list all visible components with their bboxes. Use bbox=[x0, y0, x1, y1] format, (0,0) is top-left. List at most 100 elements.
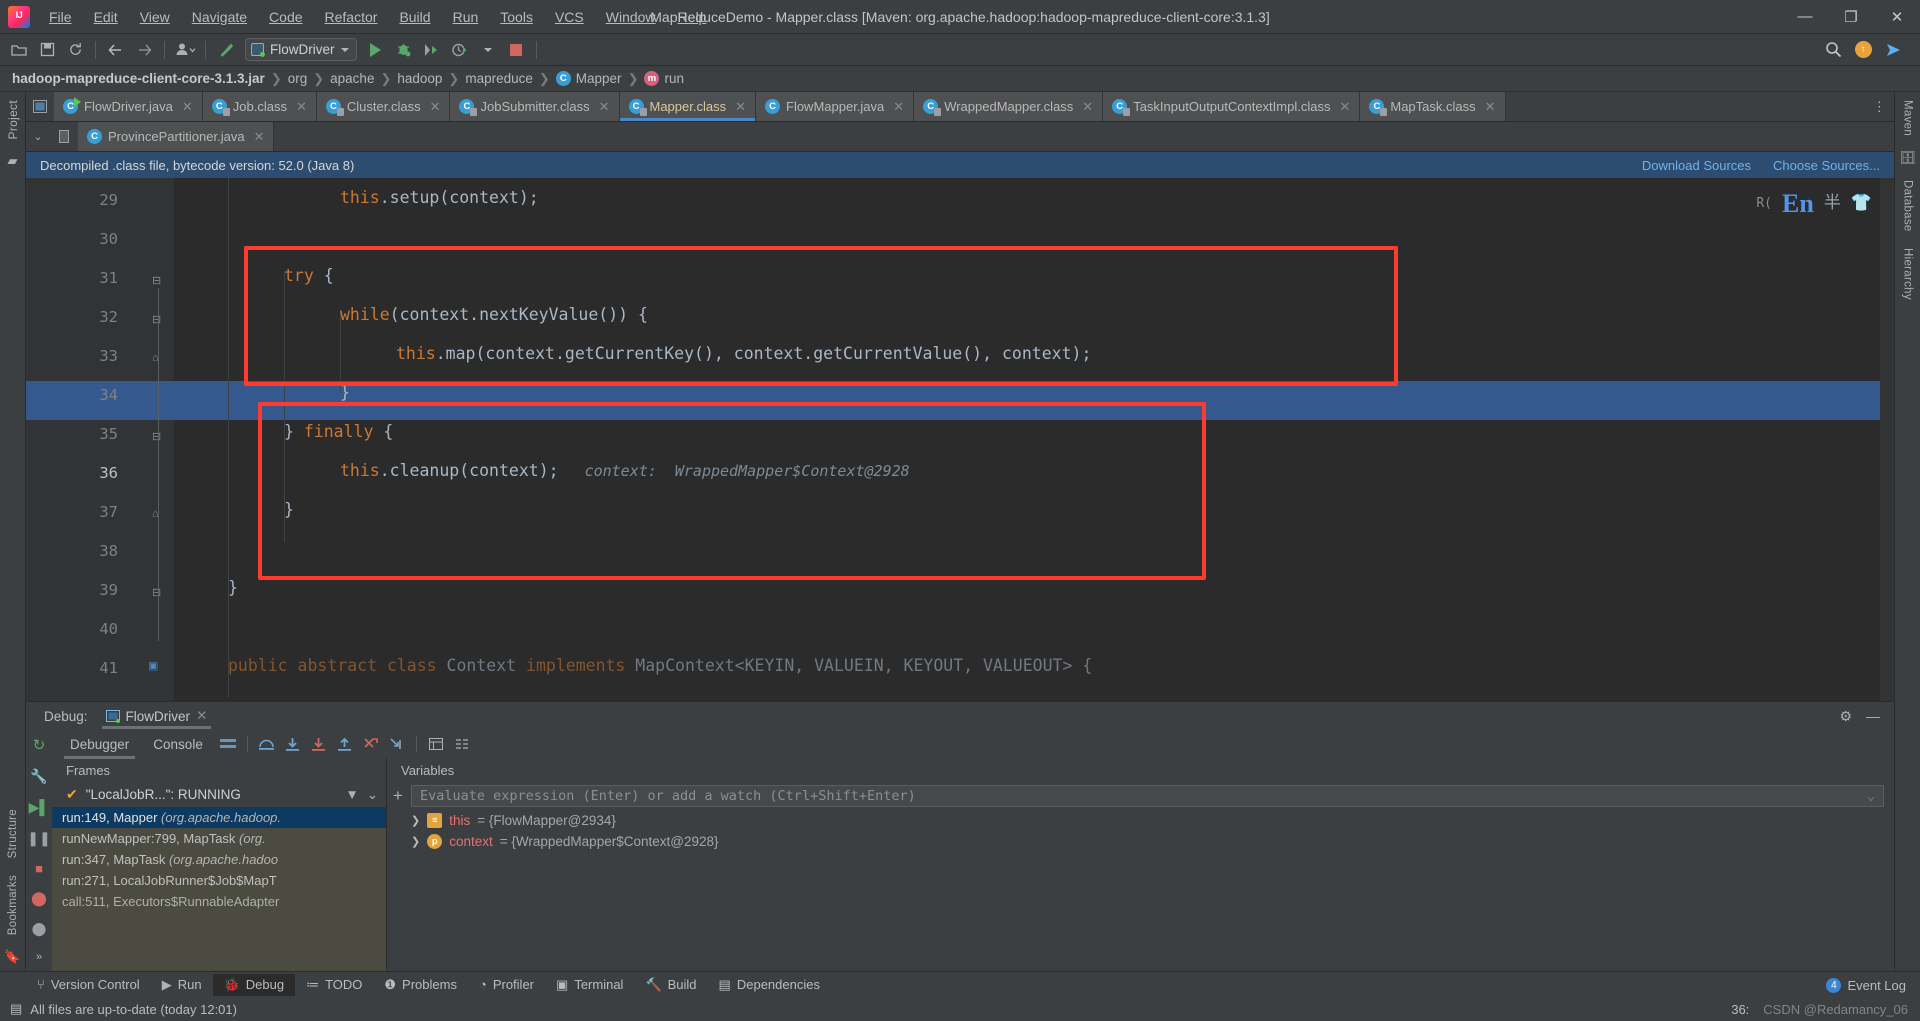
editor-window-icon[interactable] bbox=[26, 92, 54, 121]
toolwindow-terminal[interactable]: ▣ Terminal bbox=[545, 974, 634, 996]
close-tab-icon[interactable]: ✕ bbox=[1082, 99, 1093, 115]
editor-breakpoint-gutter[interactable] bbox=[26, 178, 54, 701]
menu-item-build[interactable]: Build bbox=[388, 5, 441, 29]
choose-sources-link[interactable]: Choose Sources... bbox=[1773, 158, 1880, 173]
wrench-icon[interactable]: 🔧 bbox=[30, 768, 47, 785]
fold-marker-icon[interactable]: ⊟ bbox=[152, 586, 161, 599]
open-folder-icon[interactable] bbox=[6, 38, 32, 62]
tab-provincepartitioner-java[interactable]: C ProvincePartitioner.java ✕ bbox=[78, 122, 275, 151]
thread-selector[interactable]: ✔ "LocalJobR...": RUNNING ▼ ⌄ bbox=[52, 782, 386, 807]
chevron-down-icon-tabs[interactable]: ⌄ bbox=[26, 122, 50, 151]
minimize-panel-icon[interactable]: — bbox=[1866, 708, 1880, 725]
fold-marker-icon[interactable]: ⊟ bbox=[152, 274, 161, 287]
minimize-button[interactable]: — bbox=[1782, 0, 1828, 34]
chevron-down-icon-2[interactable] bbox=[475, 38, 501, 62]
breadcrumb-item-run[interactable]: m run bbox=[644, 71, 684, 86]
editor-line-gutter[interactable]: 29 30 31 32 33 34 35 36 37 38 39 40 41 ⊟… bbox=[54, 178, 174, 701]
profile-icon[interactable] bbox=[172, 38, 198, 62]
close-tab-icon[interactable]: ✕ bbox=[254, 129, 265, 145]
menu-item-view[interactable]: View bbox=[129, 5, 181, 29]
expand-chevron-icon[interactable]: ❯ bbox=[411, 835, 420, 848]
step-out-icon[interactable] bbox=[332, 733, 358, 755]
toolwindow-build[interactable]: 🔨 Build bbox=[634, 974, 707, 996]
toolwindow-todo[interactable]: ≔ TODO bbox=[295, 974, 373, 996]
menu-item-refactor[interactable]: Refactor bbox=[314, 5, 389, 29]
tab-cluster-class[interactable]: C Cluster.class ✕ bbox=[316, 92, 451, 121]
run-button[interactable] bbox=[363, 38, 389, 62]
chinese-input-icon[interactable]: 半 bbox=[1824, 184, 1841, 223]
menu-item-vcs[interactable]: VCS bbox=[544, 5, 595, 29]
resume-program-icon[interactable]: ▶▌ bbox=[29, 799, 50, 816]
toolwindow-debug[interactable]: 🐞 Debug bbox=[212, 973, 296, 996]
tab-taskinputoutputcontextimpl-class[interactable]: C TaskInputOutputContextImpl.class ✕ bbox=[1103, 92, 1361, 121]
menu-item-tools[interactable]: Tools bbox=[489, 5, 544, 29]
close-tab-icon[interactable]: ✕ bbox=[735, 99, 746, 115]
evaluate-expression-icon[interactable] bbox=[423, 733, 449, 755]
input-language-badge[interactable]: En bbox=[1782, 184, 1814, 223]
pause-program-icon[interactable]: ❚❚ bbox=[27, 830, 50, 847]
breadcrumb-item-mapper[interactable]: C Mapper bbox=[555, 71, 622, 86]
expand-chevron-icon[interactable]: ❯ bbox=[411, 814, 420, 827]
maximize-button[interactable]: ❐ bbox=[1828, 0, 1874, 34]
menu-item-run[interactable]: Run bbox=[442, 5, 490, 29]
sidebar-item-bookmarks[interactable]: Bookmarks bbox=[7, 867, 19, 943]
close-session-icon[interactable]: ✕ bbox=[196, 708, 207, 724]
sidebar-item-database[interactable]: Database bbox=[1902, 172, 1914, 240]
tab-overflow-button[interactable]: ⋮ bbox=[1865, 92, 1895, 121]
frame-item[interactable]: call:511, Executors$RunnableAdapter bbox=[52, 891, 386, 912]
force-step-into-icon[interactable] bbox=[306, 733, 332, 755]
fold-marker-icon[interactable]: ⊟ bbox=[152, 430, 161, 443]
breadcrumb-item-jar[interactable]: hadoop-mapreduce-client-core-3.1.3.jar bbox=[12, 71, 265, 86]
menu-bar[interactable]: File Edit View Navigate Code Refactor Bu… bbox=[38, 5, 717, 29]
menu-item-window[interactable]: Window bbox=[595, 5, 667, 29]
run-to-cursor-icon[interactable] bbox=[384, 733, 410, 755]
breadcrumb-item-org[interactable]: org bbox=[288, 71, 308, 86]
toolwindow-problems[interactable]: ❶ Problems bbox=[373, 974, 468, 996]
fold-marker-icon[interactable]: ⊟ bbox=[152, 313, 161, 326]
frame-item[interactable]: run:347, MapTask (org.apache.hadoo bbox=[52, 849, 386, 870]
close-tab-icon[interactable]: ✕ bbox=[182, 99, 193, 115]
code-editor[interactable]: 29 30 31 32 33 34 35 36 37 38 39 40 41 ⊟… bbox=[26, 178, 1894, 701]
variable-row-context[interactable]: ❯ p context = {WrappedMapper$Context@292… bbox=[387, 831, 1894, 852]
more-actions-icon[interactable]: » bbox=[36, 951, 42, 963]
settings-icon[interactable] bbox=[449, 733, 475, 755]
evaluate-expression-input[interactable]: Evaluate expression (Enter) or add a wat… bbox=[410, 785, 1884, 807]
tab-flowdriver-java[interactable]: C FlowDriver.java ✕ bbox=[54, 92, 203, 121]
sidebar-item-project[interactable]: Project bbox=[6, 92, 20, 147]
toolwindow-run[interactable]: ▶ Run bbox=[151, 974, 213, 996]
run-with-coverage-icon[interactable] bbox=[419, 38, 445, 62]
close-tab-icon[interactable]: ✕ bbox=[599, 99, 610, 115]
rerun-icon[interactable]: ↻ bbox=[33, 736, 46, 754]
menu-item-edit[interactable]: Edit bbox=[83, 5, 129, 29]
editor-marker-strip[interactable] bbox=[1880, 178, 1894, 701]
filter-icon[interactable]: ▼ bbox=[345, 787, 358, 802]
profiler-icon[interactable] bbox=[447, 38, 473, 62]
run-to-cursor-icon[interactable]: ▣ bbox=[148, 659, 158, 672]
menu-item-navigate[interactable]: Navigate bbox=[181, 5, 258, 29]
frame-item[interactable]: run:149, Mapper (org.apache.hadoop. bbox=[52, 807, 386, 828]
sidebar-item-maven[interactable]: Maven bbox=[1902, 92, 1914, 144]
tab-job-class[interactable]: C Job.class ✕ bbox=[202, 92, 317, 121]
toolwindow-profiler[interactable]: ◔ Profiler bbox=[468, 974, 545, 995]
save-icon[interactable] bbox=[34, 38, 60, 62]
code-text-area[interactable]: this.setup(context); try { while(context… bbox=[174, 178, 1894, 701]
menu-item-code[interactable]: Code bbox=[258, 5, 313, 29]
build-hammer-icon[interactable] bbox=[213, 38, 239, 62]
folder-icon[interactable]: ▰ bbox=[8, 153, 18, 169]
tab-maptask-class[interactable]: C MapTask.class ✕ bbox=[1360, 92, 1506, 121]
watch-actions-icon[interactable]: ⌄ bbox=[1867, 788, 1875, 804]
run-configuration-selector[interactable]: FlowDriver bbox=[245, 38, 357, 61]
toolwindow-version-control[interactable]: ⑂ Version Control bbox=[26, 974, 151, 995]
sidebar-item-structure[interactable]: Structure bbox=[7, 801, 19, 866]
breadcrumb-item-mapreduce[interactable]: mapreduce bbox=[465, 71, 533, 86]
tab-jobsubmitter-class[interactable]: C JobSubmitter.class ✕ bbox=[450, 92, 620, 121]
sync-icon[interactable] bbox=[62, 38, 88, 62]
share-icon[interactable] bbox=[1880, 38, 1906, 62]
editor-window-icon-2[interactable] bbox=[50, 122, 78, 151]
updates-icon[interactable]: ↑ bbox=[1850, 38, 1876, 62]
stop-icon[interactable]: ■ bbox=[35, 861, 43, 876]
view-breakpoints-icon[interactable]: ⬤ bbox=[31, 890, 47, 907]
variable-row-this[interactable]: ❯ ≡ this = {FlowMapper@2934} bbox=[387, 810, 1894, 831]
close-tab-icon[interactable]: ✕ bbox=[1485, 99, 1496, 115]
frame-item[interactable]: run:271, LocalJobRunner$Job$MapT bbox=[52, 870, 386, 891]
